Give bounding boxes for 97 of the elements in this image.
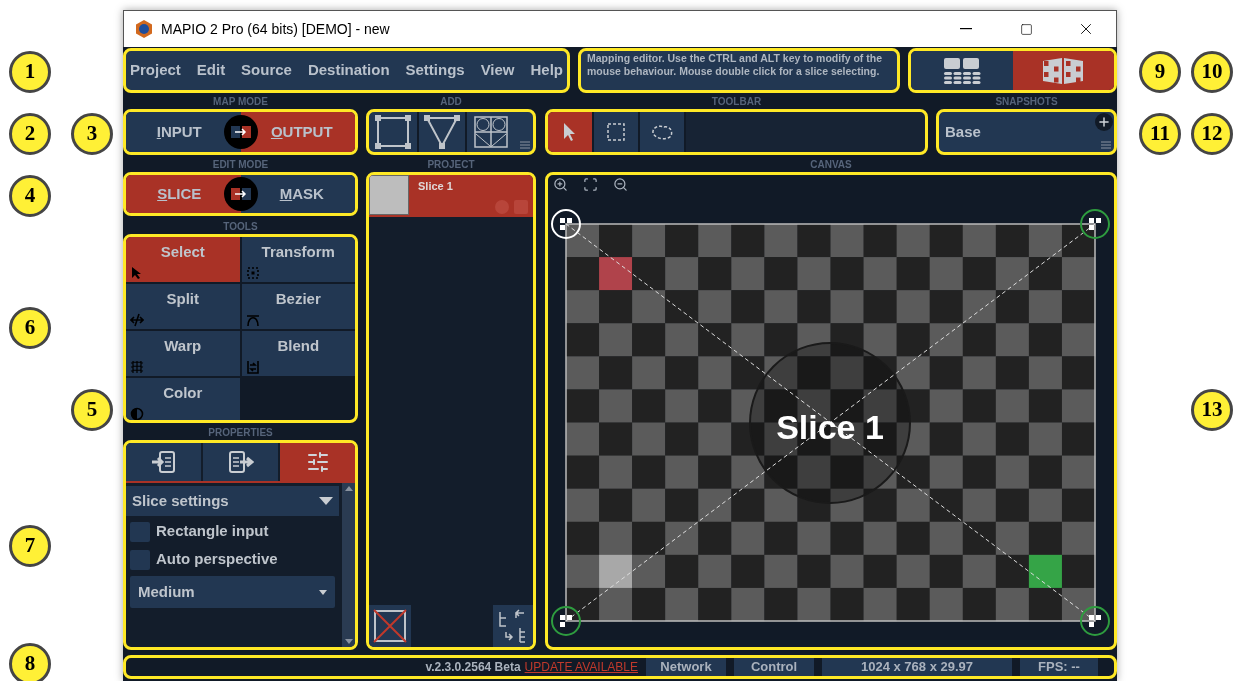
hint-text: Mapping editor. Use the CTRL and ALT key to modify of the mouse behaviour. Mouse double click for a slice selecting. (587, 52, 883, 78)
edit-mode-icon (223, 177, 258, 211)
scroll-up-icon[interactable] (344, 486, 353, 491)
section-label: CANVAS (810, 158, 852, 172)
layout-grid-icon (942, 56, 981, 85)
properties-tab[interactable] (203, 443, 278, 481)
bezier-icon (245, 313, 260, 327)
checkbox-label: Rectangle input (156, 521, 269, 542)
section-label: ADD (440, 95, 462, 109)
maximize-icon (1019, 22, 1033, 36)
pointer-icon (563, 122, 577, 142)
tool-button[interactable]: Bezier (241, 284, 355, 329)
scrollbar[interactable] (342, 483, 355, 647)
snapshot-name: Base (945, 121, 981, 142)
callout-marker: 12 (1191, 113, 1233, 155)
color-icon (130, 407, 144, 420)
delete-slice-button[interactable] (369, 605, 411, 647)
mode-toggle[interactable]: OUTPUT (258, 112, 355, 152)
view-button[interactable] (911, 51, 1013, 90)
section-label: PROPERTIES (208, 426, 273, 440)
checkbox[interactable] (130, 549, 150, 570)
import-settings-icon (150, 450, 177, 474)
map-mode-icon (223, 115, 258, 149)
section-header[interactable]: Slice settings (126, 486, 339, 516)
section-label: SNAPSHOTS (995, 95, 1058, 109)
checker-cube-icon (1041, 55, 1086, 86)
warp-icon (130, 360, 144, 374)
tool-button[interactable]: Split (126, 284, 240, 329)
minimize-icon (960, 28, 972, 30)
status-cell: Control (734, 658, 814, 676)
zoom-in-icon[interactable] (553, 177, 568, 192)
lasso-select-icon (650, 123, 674, 141)
checkbox[interactable] (130, 521, 150, 542)
menu-item[interactable]: Destination (307, 59, 390, 82)
callout-marker: 11 (1139, 113, 1181, 155)
tool-button[interactable]: Transform (241, 237, 355, 282)
tool-button[interactable]: Color (126, 378, 240, 420)
version-text: v.2.3.0.2564 Beta (425, 659, 521, 676)
menu-item[interactable]: View (480, 59, 515, 82)
tool-button[interactable]: Blend (241, 331, 355, 376)
callout-marker: 8 (9, 643, 51, 681)
zoom-out-icon[interactable] (613, 177, 628, 192)
dropdown-caret-icon (319, 589, 327, 595)
add-snapshot-button[interactable] (1095, 113, 1113, 131)
section-title: Slice settings (132, 490, 229, 511)
slice-thumbnail (369, 175, 409, 215)
properties-tab[interactable] (280, 443, 355, 481)
menu-item[interactable]: Help (530, 59, 563, 82)
settings-sliders-icon (305, 450, 330, 474)
snapshot-selector[interactable]: Base (936, 109, 1117, 155)
status-cell: FPS: -- (1020, 658, 1098, 676)
toolbar-tool[interactable] (594, 112, 640, 152)
properties-tab[interactable] (126, 443, 201, 481)
callout-marker: 1 (9, 51, 51, 93)
tool-button[interactable]: Select (126, 237, 240, 282)
callout-marker: 9 (1139, 51, 1181, 93)
plus-icon (1097, 115, 1111, 129)
status-cell: Network (646, 658, 726, 676)
menu-item[interactable]: Source (241, 59, 292, 82)
slice-label: Slice 1 (776, 406, 884, 448)
app-logo-icon (134, 19, 154, 39)
section-label: TOOLS (223, 220, 258, 234)
menu-item[interactable]: Settings (405, 59, 465, 82)
callout-marker: 5 (71, 389, 113, 431)
view-button[interactable] (1012, 51, 1114, 90)
slice-name: Slice 1 (418, 179, 453, 194)
callout-marker: 3 (71, 113, 113, 155)
section-label: EDIT MODE (212, 158, 269, 172)
menu-item[interactable]: Project (130, 59, 181, 82)
callout-marker: 7 (9, 525, 51, 567)
menu-item[interactable]: Edit (196, 59, 226, 82)
mode-toggle[interactable]: INPUT (126, 112, 223, 152)
export-settings-icon (227, 450, 254, 474)
callout-marker: 6 (9, 307, 51, 349)
callout-marker: 10 (1191, 51, 1233, 93)
callout-marker: 2 (9, 113, 51, 155)
callout-marker: 4 (9, 175, 51, 217)
blend-icon (245, 360, 260, 374)
slice-order-button[interactable] (493, 605, 533, 647)
section-label: PROJECT (427, 158, 475, 172)
tool-button[interactable]: Warp (126, 331, 240, 376)
mode-toggle[interactable]: SLICE (126, 175, 223, 213)
checkbox-label: Auto perspective (156, 549, 278, 570)
fit-view-icon[interactable] (583, 177, 598, 192)
transform-icon (245, 266, 260, 280)
scroll-down-icon[interactable] (344, 639, 353, 644)
window-title: MAPIO 2 Pro (64 bits) [DEMO] - new (161, 19, 390, 39)
mode-toggle[interactable]: MASK (258, 175, 355, 213)
toolbar-tool[interactable] (548, 112, 594, 152)
status-cell: 1024 x 768 x 29.97 (822, 658, 1012, 676)
section-label: MAP MODE (213, 95, 268, 109)
split-icon (130, 313, 144, 327)
toolbar-tool[interactable] (640, 112, 686, 152)
section-label: TOOLBAR (711, 95, 762, 109)
quality-dropdown[interactable]: Medium (130, 576, 335, 608)
callout-marker: 13 (1191, 389, 1233, 431)
rectangle-select-icon (606, 122, 626, 142)
